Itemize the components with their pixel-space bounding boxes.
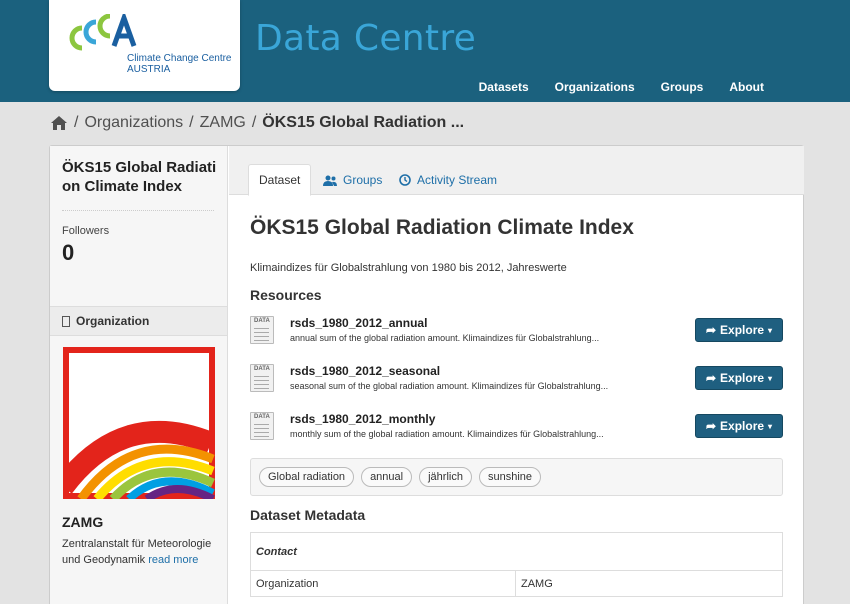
organization-name: ZAMG xyxy=(62,514,104,530)
resource-format: DATA xyxy=(254,366,270,372)
tag[interactable]: sunshine xyxy=(478,467,542,487)
resource-item[interactable]: DATA rsds_1980_2012_annual annual sum of… xyxy=(250,314,783,350)
breadcrumb-separator: / xyxy=(251,114,257,131)
data-file-icon: DATA xyxy=(250,364,274,392)
site-logo[interactable]: Climate Change Centre AUSTRIA xyxy=(49,0,240,91)
resource-name[interactable]: rsds_1980_2012_annual xyxy=(290,316,427,330)
breadcrumb-separator: / xyxy=(189,114,194,131)
tag-list: Global radiation annual jährlich sunshin… xyxy=(250,458,783,496)
sidebar-dataset-title: ÖKS15 Global Radiation Climate Index xyxy=(62,159,217,195)
caret-down-icon: ▾ xyxy=(768,421,773,431)
resource-description: annual sum of the global radiation amoun… xyxy=(290,333,600,343)
building-icon xyxy=(62,315,70,327)
divider xyxy=(62,210,214,211)
explore-button-label: Explore xyxy=(720,323,765,337)
dataset-title: ÖKS15 Global Radiation Climate Index xyxy=(250,216,634,239)
metadata-table: Contact Organization ZAMG xyxy=(250,532,783,597)
tag[interactable]: jährlich xyxy=(419,467,472,487)
data-file-icon: DATA xyxy=(250,412,274,440)
breadcrumb-organizations[interactable]: Organizations xyxy=(84,114,183,132)
resource-description: monthly sum of the global radiation amou… xyxy=(290,429,604,439)
breadcrumb-zamg[interactable]: ZAMG xyxy=(200,114,246,132)
tab-groups[interactable]: Groups xyxy=(313,164,392,196)
clock-icon xyxy=(399,174,411,186)
table-row: Organization ZAMG xyxy=(250,570,783,597)
main-nav: Datasets Organizations Groups About xyxy=(479,80,764,94)
followers-label: Followers xyxy=(62,225,110,237)
resource-format: DATA xyxy=(254,414,270,420)
resource-item[interactable]: DATA rsds_1980_2012_seasonal seasonal su… xyxy=(250,362,783,398)
data-file-icon: DATA xyxy=(250,316,274,344)
resource-name[interactable]: rsds_1980_2012_monthly xyxy=(290,412,435,426)
organization-heading: Organization xyxy=(50,306,227,336)
tag[interactable]: Global radiation xyxy=(259,467,355,487)
nav-organizations[interactable]: Organizations xyxy=(555,80,635,94)
metadata-heading: Dataset Metadata xyxy=(250,507,366,523)
sidebar: ÖKS15 Global Radiation Climate Index Fol… xyxy=(50,146,228,604)
organization-logo[interactable] xyxy=(63,347,215,499)
explore-button[interactable]: ➦ Explore ▾ xyxy=(695,318,783,342)
metadata-section-header: Contact xyxy=(250,532,783,571)
resource-format: DATA xyxy=(254,318,270,324)
followers-count: 0 xyxy=(62,240,75,265)
dataset-notes: Klimaindizes für Globalstrahlung von 198… xyxy=(250,262,567,274)
users-icon xyxy=(323,175,337,186)
masthead: Climate Change Centre AUSTRIA Data Centr… xyxy=(0,0,850,102)
home-icon[interactable] xyxy=(50,115,68,131)
explore-button-label: Explore xyxy=(720,419,765,433)
tag[interactable]: annual xyxy=(361,467,413,487)
explore-button[interactable]: ➦ Explore ▾ xyxy=(695,366,783,390)
breadcrumb-separator: / xyxy=(74,114,79,131)
explore-button-label: Explore xyxy=(720,371,765,385)
tab-dataset[interactable]: Dataset xyxy=(248,164,312,196)
explore-button[interactable]: ➦ Explore ▾ xyxy=(695,414,783,438)
resource-description: seasonal sum of the global radiation amo… xyxy=(290,381,609,391)
metadata-value: ZAMG xyxy=(515,570,783,597)
content-wrapper: ÖKS15 Global Radiation Climate Index Fol… xyxy=(49,145,804,604)
share-arrow-icon: ➦ xyxy=(705,419,717,433)
organization-heading-label: Organization xyxy=(76,314,150,328)
tab-activity-stream-label: Activity Stream xyxy=(417,173,498,187)
nav-about[interactable]: About xyxy=(729,80,764,94)
read-more-link[interactable]: read more xyxy=(148,554,198,566)
resource-name[interactable]: rsds_1980_2012_seasonal xyxy=(290,364,440,378)
tab-activity-stream[interactable]: Activity Stream xyxy=(389,164,507,196)
nav-groups[interactable]: Groups xyxy=(661,80,704,94)
share-arrow-icon: ➦ xyxy=(705,371,717,385)
logo-text-line2: AUSTRIA xyxy=(127,64,171,75)
content-tabs: Dataset Groups Activity Stream xyxy=(229,146,804,196)
table-row: Contact xyxy=(250,532,783,571)
tab-dataset-label: Dataset xyxy=(259,173,301,187)
share-arrow-icon: ➦ xyxy=(705,323,717,337)
organization-description: Zentralanstalt für Meteorologie und Geod… xyxy=(62,536,212,568)
resources-heading: Resources xyxy=(250,287,322,303)
site-title[interactable]: Data Centre xyxy=(255,18,476,59)
metadata-key: Organization xyxy=(250,570,516,597)
resource-item[interactable]: DATA rsds_1980_2012_monthly monthly sum … xyxy=(250,410,783,446)
nav-datasets[interactable]: Datasets xyxy=(479,80,529,94)
tab-groups-label: Groups xyxy=(343,173,383,187)
breadcrumb: / Organizations / ZAMG / ÖKS15 Global Ra… xyxy=(50,114,464,132)
logo-text-line1: Climate Change Centre xyxy=(127,53,232,64)
breadcrumb-current[interactable]: ÖKS15 Global Radiation ... xyxy=(262,114,464,132)
caret-down-icon: ▾ xyxy=(768,373,773,383)
caret-down-icon: ▾ xyxy=(768,325,773,335)
